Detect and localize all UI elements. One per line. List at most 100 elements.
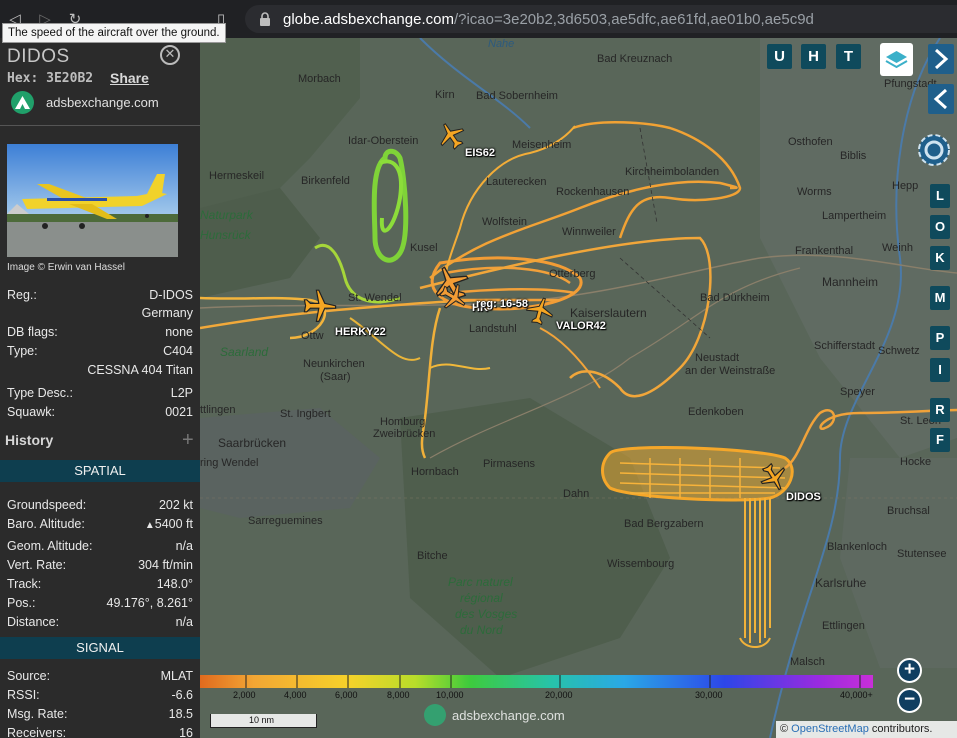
source-row: Source: MLAT xyxy=(7,669,193,685)
place-label: ring Wendel xyxy=(200,457,259,469)
url-domain: globe.adsbexchange.com xyxy=(283,10,454,28)
toggle-l-button[interactable]: L xyxy=(930,184,950,208)
photo-credit: Image © Erwin van Hassel xyxy=(7,262,125,273)
rssi-row: RSSI: -6.6 xyxy=(7,688,193,704)
region-label: des Vosges xyxy=(455,607,518,621)
place-label: Winnweiler xyxy=(562,226,616,238)
aircraft-icon-valor42[interactable] xyxy=(526,296,556,326)
attribution-suffix: contributors. xyxy=(868,723,933,735)
place-label: Landstuhl xyxy=(469,323,517,335)
place-label: Hocke xyxy=(900,456,932,468)
aircraft-label-didos[interactable]: DIDOS xyxy=(786,491,821,503)
aircraft-icon-hk[interactable] xyxy=(438,283,468,313)
receivers-row: Receivers: 16 xyxy=(7,726,193,738)
place-label: St. Wendel xyxy=(348,292,402,304)
adsb-exchange-app: ◁ ▷ ↻ ▯ globe.adsbexchange.com/?icao=3e2… xyxy=(0,0,957,738)
gear-icon[interactable] xyxy=(912,128,956,172)
history-label: History xyxy=(5,432,54,448)
aircraft-label-eis62[interactable]: EIS62 xyxy=(465,147,495,159)
place-label: an der Weinstraße xyxy=(685,365,776,377)
place-label: Idar-Oberstein xyxy=(348,135,419,147)
zoom-out-button[interactable]: − xyxy=(897,688,922,713)
distance-value: n/a xyxy=(175,615,193,629)
geom-altitude-value: n/a xyxy=(175,539,193,553)
place-label: Bruchsal xyxy=(887,505,930,517)
source-value: MLAT xyxy=(160,669,193,683)
toggle-m-button[interactable]: M xyxy=(930,286,950,310)
toggle-k-button[interactable]: K xyxy=(930,246,950,270)
toggle-f-button[interactable]: F xyxy=(930,428,950,452)
receivers-label: Receivers: xyxy=(7,726,67,738)
altitude-tick: 2,000 xyxy=(233,690,256,700)
toggle-p-button[interactable]: P xyxy=(930,326,950,350)
squawk-row: Squawk: 0021 xyxy=(7,405,193,421)
place-label: Schifferstadt xyxy=(814,340,875,352)
place-label: Dahn xyxy=(563,488,590,500)
chevron-right-icon[interactable] xyxy=(928,44,954,74)
zoom-in-button[interactable]: + xyxy=(897,658,922,683)
altitude-tick: 30,000 xyxy=(695,690,723,700)
country-value: Germany xyxy=(141,306,193,320)
h-button[interactable]: H xyxy=(801,44,826,69)
toggle-o-button[interactable]: O xyxy=(930,215,950,239)
altitude-tick: 40,000+ xyxy=(840,690,873,700)
hex-value: 3E20B2 xyxy=(46,71,94,86)
aircraft-icon-herky22[interactable] xyxy=(302,288,338,326)
source-label: Source: xyxy=(7,669,51,683)
expand-plus-icon[interactable]: + xyxy=(182,429,194,452)
region-label: régional xyxy=(460,591,503,605)
share-link[interactable]: Share xyxy=(110,70,149,86)
openstreetmap-link[interactable]: OpenStreetMap xyxy=(791,723,869,735)
type-name-row: CESSNA 404 Titan xyxy=(7,363,193,379)
toggle-r-button[interactable]: R xyxy=(930,398,950,422)
place-label: (Saar) xyxy=(320,371,351,383)
aircraft-label-herky22[interactable]: HERKY22 xyxy=(335,326,386,338)
place-label: Ettlingen xyxy=(822,620,865,632)
aircraft-icon-eis62[interactable] xyxy=(437,120,467,150)
place-label: Biblis xyxy=(840,150,867,162)
history-toggle[interactable]: History + xyxy=(0,428,200,454)
vert-rate-label: Vert. Rate: xyxy=(7,558,67,572)
address-bar[interactable]: globe.adsbexchange.com/?icao=3e20b2,3d65… xyxy=(245,5,957,33)
typedesc-value: L2P xyxy=(170,386,193,400)
layers-icon[interactable] xyxy=(880,43,913,76)
map-view[interactable]: Nahe Bad Kreuznach Bad Sobernheim Kirn M… xyxy=(200,38,957,738)
source-link[interactable]: adsbexchange.com xyxy=(46,95,159,110)
lock-icon xyxy=(260,12,270,26)
reg-row: Reg.: D-IDOS xyxy=(7,288,193,304)
geom-altitude-label: Geom. Altitude: xyxy=(7,539,93,553)
place-label: ttlingen xyxy=(200,404,236,416)
typedesc-row: Type Desc.: L2P xyxy=(7,386,193,402)
aircraft-info-sidebar: DIDOS ✕ Hex: 3E20B2 Share adsbexchange.c… xyxy=(0,38,200,738)
reg-value[interactable]: D-IDOS xyxy=(149,288,193,302)
squawk-label: Squawk: xyxy=(7,405,55,419)
dbflags-row: DB flags: none xyxy=(7,325,193,341)
chevron-left-icon[interactable] xyxy=(928,84,954,114)
place-label: Zweibrücken xyxy=(373,428,436,440)
aircraft-label-valor42[interactable]: VALOR42 xyxy=(556,320,606,332)
place-label: Lauterecken xyxy=(486,176,547,188)
place-label: Rockenhausen xyxy=(556,186,630,198)
u-button[interactable]: U xyxy=(767,44,792,69)
toggle-i-button[interactable]: I xyxy=(930,358,950,382)
altitude-tick: 4,000 xyxy=(284,690,307,700)
msg-rate-row: Msg. Rate: 18.5 xyxy=(7,707,193,723)
distance-label: Distance: xyxy=(7,615,60,629)
aircraft-photo[interactable] xyxy=(7,144,178,257)
groundspeed-row: Groundspeed: 202 kt xyxy=(7,498,193,514)
place-label: Meisenheim xyxy=(512,139,572,151)
adsbexchange-logo-icon[interactable] xyxy=(11,91,34,114)
distance-row: Distance: n/a xyxy=(7,615,193,631)
t-button[interactable]: T xyxy=(836,44,861,69)
track-value: 148.0° xyxy=(156,577,193,591)
divider xyxy=(0,125,200,126)
groundspeed-label: Groundspeed: xyxy=(7,498,87,512)
altitude-tick: 10,000 xyxy=(436,690,464,700)
position-label: Pos.: xyxy=(7,596,36,610)
place-label: Kirn xyxy=(435,89,455,101)
aircraft-label-reg[interactable]: reg: 16-58 xyxy=(476,298,528,310)
adsbexchange-watermark-icon xyxy=(424,704,446,726)
aircraft-icon-didos[interactable] xyxy=(758,463,788,493)
close-icon[interactable]: ✕ xyxy=(160,45,180,65)
region-label: Saarland xyxy=(220,345,269,359)
